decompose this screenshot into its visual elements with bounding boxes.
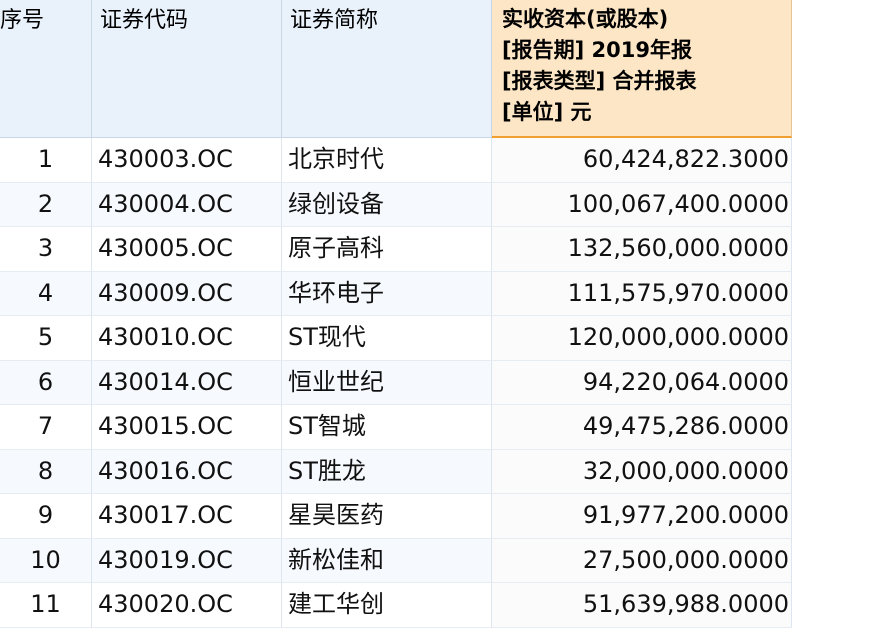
cell-security-name[interactable]: ST现代 (282, 316, 492, 361)
cell-index[interactable]: 7 (0, 405, 92, 450)
cell-index[interactable]: 9 (0, 494, 92, 539)
cell-security-name[interactable]: 绿创设备 (282, 182, 492, 227)
header-capital-line: [报表类型] 合并报表 (502, 69, 697, 93)
spreadsheet: 序号 证券代码 证券简称 实收资本(或股本) [报告期] 2019年报 [报表类… (0, 0, 882, 637)
cell-index[interactable]: 8 (0, 449, 92, 494)
cell-security-name[interactable]: ST智城 (282, 405, 492, 450)
table-row[interactable]: 6 430014.OC 恒业世纪 94,220,064.0000 (0, 360, 792, 405)
cell-paid-in-capital[interactable]: 91,977,200.0000 (492, 494, 792, 539)
cell-security-name[interactable]: 华环电子 (282, 271, 492, 316)
cell-index[interactable]: 5 (0, 316, 92, 361)
cell-security-code[interactable]: 430017.OC (92, 494, 282, 539)
cell-paid-in-capital[interactable]: 111,575,970.0000 (492, 271, 792, 316)
cell-security-name[interactable]: 新松佳和 (282, 538, 492, 583)
cell-security-code[interactable]: 430020.OC (92, 583, 282, 628)
cell-index[interactable]: 3 (0, 227, 92, 272)
cell-index[interactable]: 10 (0, 538, 92, 583)
cell-index[interactable]: 2 (0, 182, 92, 227)
table-row[interactable]: 1 430003.OC 北京时代 60,424,822.3000 (0, 138, 792, 183)
cell-security-name[interactable]: ST胜龙 (282, 449, 492, 494)
header-index[interactable]: 序号 (0, 0, 92, 138)
table-row[interactable]: 4 430009.OC 华环电子 111,575,970.0000 (0, 271, 792, 316)
cell-paid-in-capital[interactable]: 49,475,286.0000 (492, 405, 792, 450)
cell-security-name[interactable]: 北京时代 (282, 138, 492, 183)
cell-security-code[interactable]: 430005.OC (92, 227, 282, 272)
cell-security-code[interactable]: 430015.OC (92, 405, 282, 450)
cell-paid-in-capital[interactable]: 60,424,822.3000 (492, 138, 792, 183)
cell-paid-in-capital[interactable]: 51,639,988.0000 (492, 583, 792, 628)
cell-index[interactable]: 1 (0, 138, 92, 183)
table-row[interactable]: 7 430015.OC ST智城 49,475,286.0000 (0, 405, 792, 450)
table-body: 1 430003.OC 北京时代 60,424,822.3000 2 430004.OC 绿… (0, 138, 792, 628)
cell-paid-in-capital[interactable]: 132,560,000.0000 (492, 227, 792, 272)
header-security-code[interactable]: 证券代码 (92, 0, 282, 138)
cell-security-name[interactable]: 星昊医药 (282, 494, 492, 539)
table-row[interactable]: 10 430019.OC 新松佳和 27,500,000.0000 (0, 538, 792, 583)
cell-security-code[interactable]: 430016.OC (92, 449, 282, 494)
cell-security-code[interactable]: 430010.OC (92, 316, 282, 361)
cell-security-name[interactable]: 原子高科 (282, 227, 492, 272)
cell-security-name[interactable]: 建工华创 (282, 583, 492, 628)
cell-paid-in-capital[interactable]: 27,500,000.0000 (492, 538, 792, 583)
table-row[interactable]: 8 430016.OC ST胜龙 32,000,000.0000 (0, 449, 792, 494)
cell-security-code[interactable]: 430009.OC (92, 271, 282, 316)
cell-security-code[interactable]: 430003.OC (92, 138, 282, 183)
header-paid-in-capital[interactable]: 实收资本(或股本) [报告期] 2019年报 [报表类型] 合并报表 [单位] … (492, 0, 792, 138)
cell-index[interactable]: 11 (0, 583, 92, 628)
header-capital-line: 实收资本(或股本) (502, 7, 669, 31)
table-row[interactable]: 3 430005.OC 原子高科 132,560,000.0000 (0, 227, 792, 272)
header-capital-line: [报告期] 2019年报 (502, 38, 692, 62)
table-row[interactable]: 5 430010.OC ST现代 120,000,000.0000 (0, 316, 792, 361)
cell-paid-in-capital[interactable]: 32,000,000.0000 (492, 449, 792, 494)
cell-security-name[interactable]: 恒业世纪 (282, 360, 492, 405)
cell-paid-in-capital[interactable]: 120,000,000.0000 (492, 316, 792, 361)
cell-security-code[interactable]: 430014.OC (92, 360, 282, 405)
table-row[interactable]: 9 430017.OC 星昊医药 91,977,200.0000 (0, 494, 792, 539)
table-row[interactable]: 2 430004.OC 绿创设备 100,067,400.0000 (0, 182, 792, 227)
table-row[interactable]: 11 430020.OC 建工华创 51,639,988.0000 (0, 583, 792, 628)
header-capital-line: [单位] 元 (502, 100, 592, 124)
cell-index[interactable]: 4 (0, 271, 92, 316)
cell-security-code[interactable]: 430004.OC (92, 182, 282, 227)
cell-security-code[interactable]: 430019.OC (92, 538, 282, 583)
cell-index[interactable]: 6 (0, 360, 92, 405)
cell-paid-in-capital[interactable]: 100,067,400.0000 (492, 182, 792, 227)
header-security-name[interactable]: 证券简称 (282, 0, 492, 138)
cell-paid-in-capital[interactable]: 94,220,064.0000 (492, 360, 792, 405)
